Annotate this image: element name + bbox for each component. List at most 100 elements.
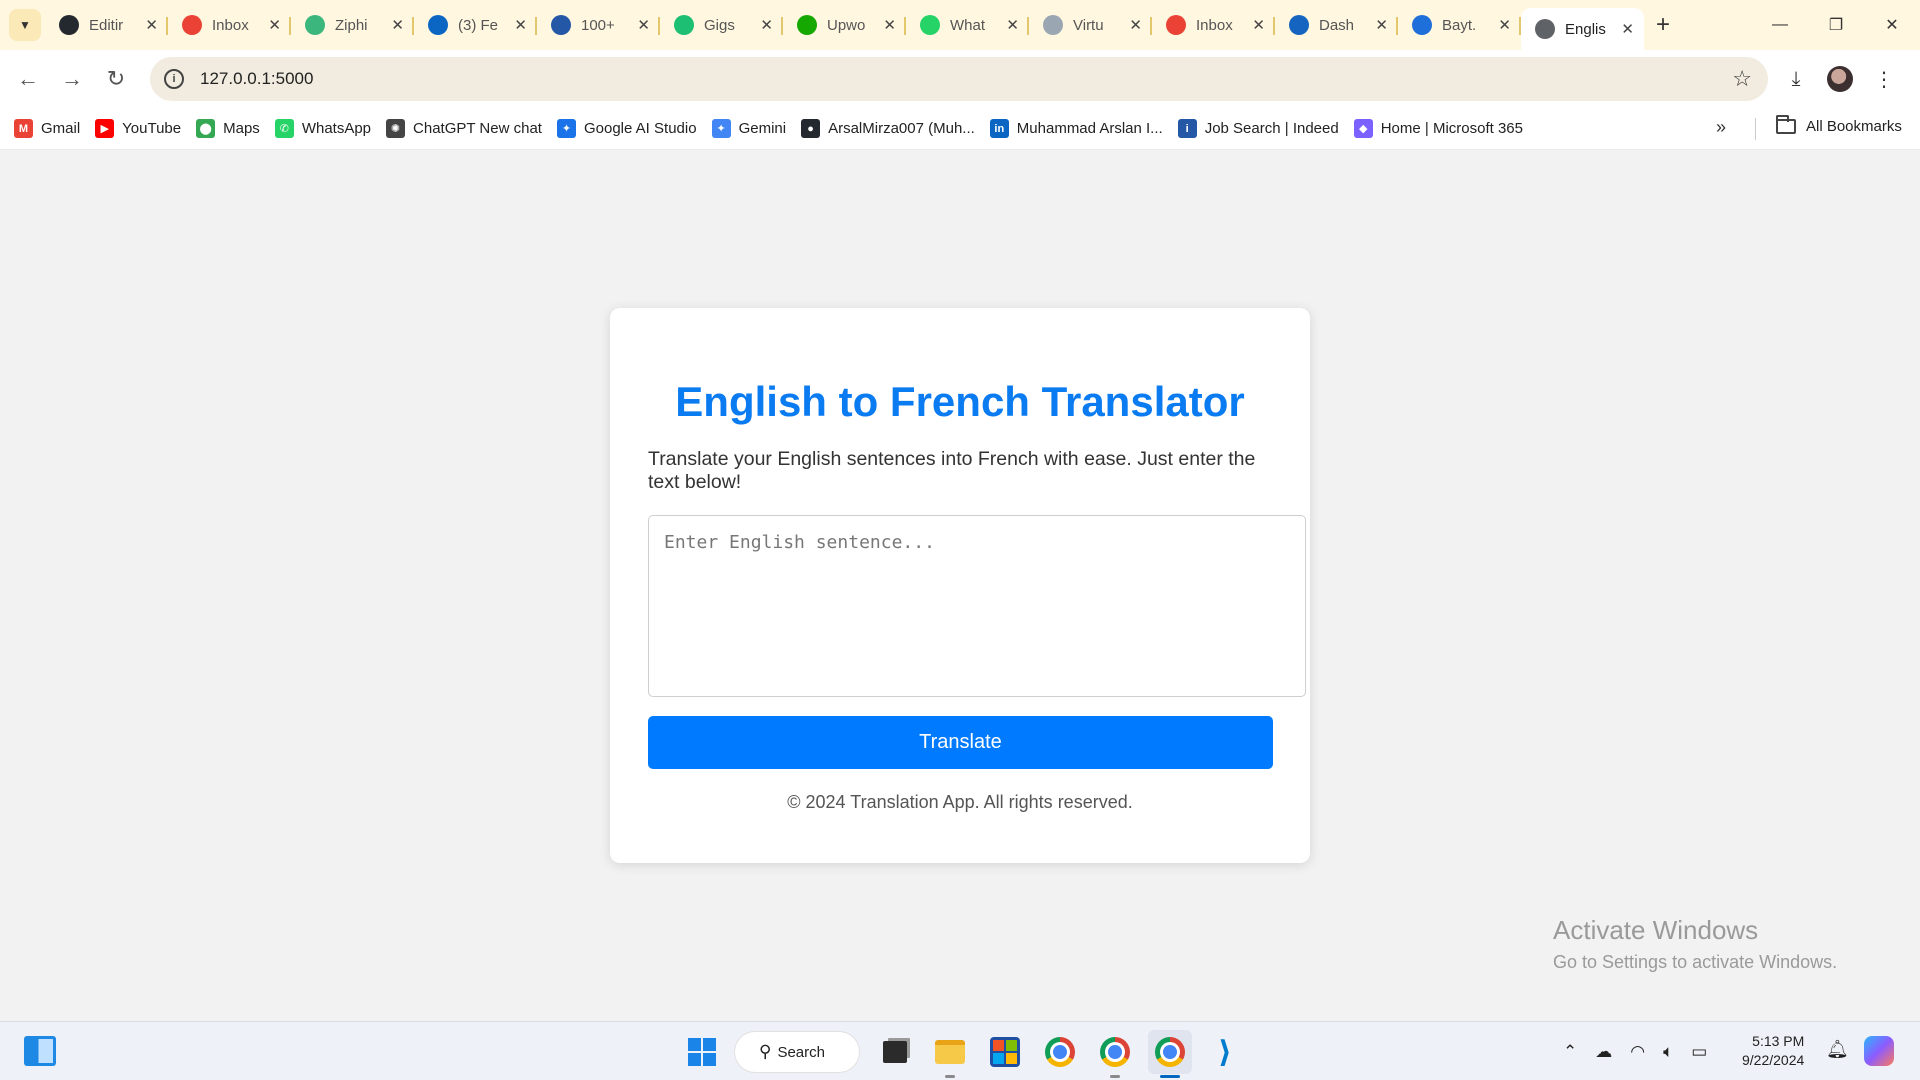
- page-description: Translate your English sentences into Fr…: [648, 448, 1256, 493]
- back-arrow-icon: ←: [17, 66, 39, 91]
- tab-title: Virtu: [1073, 16, 1104, 34]
- widgets-icon[interactable]: [24, 1036, 56, 1066]
- taskbar-clock[interactable]: 5:13 PM 9/22/2024: [1742, 1032, 1804, 1070]
- tab-close-icon[interactable]: ✕: [391, 16, 404, 34]
- battery-icon[interactable]: ▭: [1691, 1042, 1707, 1062]
- browser-tab[interactable]: Gigs ✕: [660, 6, 783, 44]
- forward-button[interactable]: →: [50, 57, 94, 101]
- tab-close-icon[interactable]: ✕: [268, 16, 281, 34]
- ai-studio-icon: ✦: [556, 119, 576, 138]
- taskbar-search-label: Search: [777, 1043, 825, 1061]
- gemini-icon: ✦: [711, 119, 731, 138]
- bookmark-item[interactable]: ▶ YouTube: [95, 119, 181, 138]
- gmail-icon: [182, 15, 202, 35]
- bookmark-star-icon[interactable]: ☆: [1732, 66, 1752, 92]
- browser-tab[interactable]: 100+ ✕: [537, 6, 660, 44]
- close-window-icon[interactable]: ✕: [1864, 0, 1920, 50]
- bookmark-item[interactable]: ✦ Google AI Studio: [556, 119, 697, 138]
- wifi-icon[interactable]: ◠: [1630, 1042, 1645, 1062]
- volume-icon[interactable]: 🔈︎: [1663, 1042, 1673, 1062]
- tab-title: Inbox: [1196, 16, 1233, 34]
- browser-tab[interactable]: Inbox ✕: [168, 6, 291, 44]
- running-indicator: [1110, 1075, 1120, 1078]
- bookmark-item[interactable]: ✦ Gemini: [711, 119, 786, 138]
- address-bar[interactable]: i 127.0.0.1:5000 ☆: [150, 57, 1768, 101]
- notification-bell-icon[interactable]: 🔔︎: [1826, 1039, 1849, 1060]
- menu-kebab-icon[interactable]: ⋮: [1862, 57, 1906, 101]
- copilot-icon[interactable]: [1864, 1036, 1894, 1066]
- bookmarks-bar: M Gmail ▶ YouTube ⬤ Maps ✆ WhatsApp ✺ ChatGPT New…: [0, 108, 1920, 150]
- tab-close-icon[interactable]: ✕: [1252, 16, 1265, 34]
- profile-button[interactable]: [1818, 57, 1862, 101]
- tab-title: Gigs: [704, 16, 735, 34]
- start-button[interactable]: [680, 1030, 724, 1074]
- github-icon: ●: [801, 119, 821, 138]
- indeed-icon: i: [1177, 119, 1197, 138]
- bookmark-item[interactable]: ✺ ChatGPT New chat: [386, 119, 542, 138]
- english-input[interactable]: [648, 515, 1306, 697]
- tab-close-icon[interactable]: ✕: [1129, 16, 1142, 34]
- tab-close-icon[interactable]: ✕: [1006, 16, 1019, 34]
- gmail-icon: [1166, 15, 1186, 35]
- taskbar-store[interactable]: [983, 1030, 1027, 1074]
- reload-icon: ↻: [106, 66, 126, 91]
- browser-tab[interactable]: Bayt. ✕: [1398, 6, 1521, 44]
- tab-close-icon[interactable]: ✕: [760, 16, 773, 34]
- translate-button[interactable]: Translate: [648, 716, 1273, 769]
- browser-tab[interactable]: Upwo ✕: [783, 6, 906, 44]
- minimize-icon[interactable]: —: [1752, 0, 1808, 50]
- bookmark-item[interactable]: in Muhammad Arslan I...: [989, 119, 1163, 138]
- tab-title: Ziphi: [335, 16, 368, 34]
- all-bookmarks-button[interactable]: All Bookmarks: [1776, 115, 1902, 135]
- taskbar-chrome-1[interactable]: [1038, 1030, 1082, 1074]
- download-icon[interactable]: ⤓: [1774, 57, 1818, 101]
- browser-tab[interactable]: Inbox ✕: [1152, 6, 1275, 44]
- tab-close-icon[interactable]: ✕: [1375, 16, 1388, 34]
- browser-tab[interactable]: Englis ✕: [1521, 8, 1644, 50]
- taskbar-vscode[interactable]: ⟩: [1203, 1030, 1247, 1074]
- tab-close-icon[interactable]: ✕: [883, 16, 896, 34]
- chevron-up-icon[interactable]: ⌃: [1563, 1042, 1577, 1062]
- bookmark-item[interactable]: ◆ Home | Microsoft 365: [1353, 119, 1523, 138]
- github-icon: [59, 15, 79, 35]
- globe-icon: [1535, 19, 1555, 39]
- watermark-title: Activate Windows: [1553, 915, 1759, 945]
- tab-close-icon[interactable]: ✕: [637, 16, 650, 34]
- browser-tab[interactable]: What ✕: [906, 6, 1029, 44]
- tab-search-button[interactable]: ▼: [9, 9, 41, 41]
- address-url[interactable]: 127.0.0.1:5000: [200, 69, 313, 89]
- bookmark-item[interactable]: ⬤ Maps: [196, 119, 260, 138]
- tab-close-icon[interactable]: ✕: [514, 16, 527, 34]
- bookmark-item[interactable]: ✆ WhatsApp: [274, 119, 371, 138]
- new-tab-button[interactable]: +: [1656, 11, 1670, 39]
- browser-tab[interactable]: Ziphi ✕: [291, 6, 414, 44]
- bookmark-item[interactable]: ● ArsalMirza007 (Muh...: [801, 119, 975, 138]
- tab-close-icon[interactable]: ✕: [145, 16, 158, 34]
- taskbar-chrome-2[interactable]: [1093, 1030, 1137, 1078]
- taskbar-file-explorer[interactable]: [928, 1030, 972, 1078]
- tab-close-icon[interactable]: ✕: [1621, 20, 1634, 38]
- browser-tab[interactable]: Editir ✕: [45, 6, 168, 44]
- tab-close-icon[interactable]: ✕: [1498, 16, 1511, 34]
- reload-button[interactable]: ↻: [94, 57, 138, 101]
- vscode-icon: ⟩: [1218, 1035, 1232, 1069]
- taskbar-task-view[interactable]: [873, 1030, 917, 1074]
- site-info-icon[interactable]: i: [164, 69, 184, 89]
- chrome-profile-icon: [1155, 1037, 1185, 1067]
- bookmark-label: Home | Microsoft 365: [1380, 120, 1523, 137]
- back-button[interactable]: ←: [6, 57, 50, 101]
- taskbar-search[interactable]: ⚲ Search: [735, 1032, 859, 1072]
- upwork-icon: [797, 15, 817, 35]
- linkedin-icon: in: [989, 119, 1009, 138]
- restore-icon[interactable]: ❐: [1808, 0, 1864, 50]
- folder-icon: [1776, 115, 1796, 134]
- bookmark-item[interactable]: M Gmail: [14, 119, 80, 138]
- onedrive-icon[interactable]: ☁: [1595, 1042, 1612, 1062]
- browser-tab[interactable]: (3) Fe ✕: [414, 6, 537, 44]
- taskbar-chrome-3[interactable]: [1148, 1030, 1192, 1078]
- bookmarks-overflow-icon[interactable]: »: [1716, 117, 1726, 138]
- bookmark-item[interactable]: i Job Search | Indeed: [1177, 119, 1339, 138]
- browser-tab[interactable]: Virtu ✕: [1029, 6, 1152, 44]
- browser-tab[interactable]: Dash ✕: [1275, 6, 1398, 44]
- search-icon: ⚲: [759, 1042, 772, 1061]
